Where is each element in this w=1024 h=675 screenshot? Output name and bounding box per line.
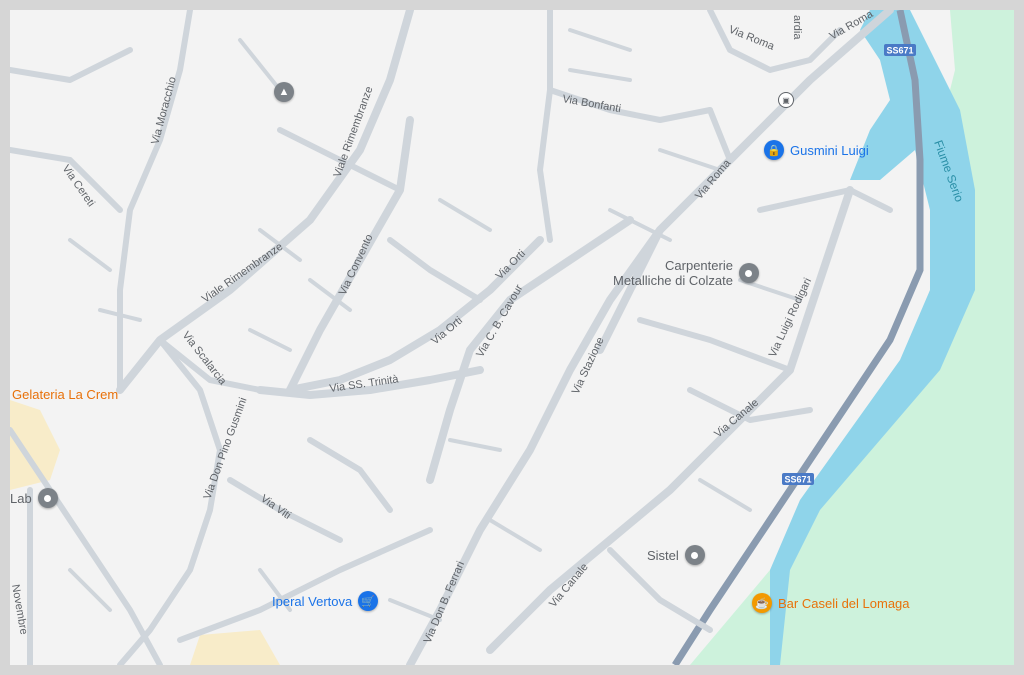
poi-bar-label: Bar Caseli del Lomaga — [778, 595, 910, 611]
map-view[interactable]: Via Roma Via Roma Via Roma Via Bonfanti … — [10, 10, 1014, 665]
road-small-9 — [387, 237, 483, 303]
road-small-7 — [10, 47, 133, 83]
label-via-orti-1: Via Orti — [494, 248, 528, 282]
pin-icon — [37, 488, 58, 508]
road-small-12 — [847, 187, 893, 213]
map-canvas[interactable]: Via Roma Via Roma Via Roma Via Bonfanti … — [10, 10, 1014, 665]
poi-iperal-label: Iperal Vertova — [272, 593, 353, 609]
label-vardia: ardia — [791, 15, 803, 40]
sand-area-2 — [190, 630, 280, 665]
poi-gusmini-luigi[interactable]: 🔒 Gusmini Luigi — [764, 140, 869, 160]
road-via-stazione — [596, 226, 664, 354]
pin-icon — [684, 545, 705, 565]
poi-carpenterie-label: Carpenterie Metalliche di Colzate — [613, 258, 733, 288]
highway-shield-mid: SS671 — [782, 473, 814, 485]
road-small-11 — [707, 10, 843, 73]
poi-sistel-label: Sistel — [647, 547, 679, 563]
road-minor-1 — [68, 238, 112, 272]
road-via-cereti — [10, 147, 123, 213]
road-small-3 — [757, 187, 853, 213]
svg-text:SS671: SS671 — [784, 475, 811, 485]
label-via-roma-1: Via Roma — [727, 24, 777, 53]
road-minor-6 — [448, 438, 502, 452]
poi-carpenterie-line2: Metalliche di Colzate — [613, 273, 733, 288]
highway-shield-top: SS671 — [884, 44, 916, 56]
bus-stop-icon[interactable]: ▣ — [778, 92, 794, 108]
road-minor-5 — [248, 328, 292, 352]
poi-lab-label: Lab — [10, 490, 32, 506]
road-minor-9 — [658, 148, 722, 172]
cup-icon: ☕ — [752, 593, 772, 613]
poi-gelateria[interactable]: Gelateria La Crem — [12, 387, 118, 402]
road-small-4 — [637, 317, 793, 373]
road-minor-2 — [238, 38, 282, 92]
label-viale-rimembranze-2: Viale Rimembranze — [200, 241, 285, 306]
road-viale-rimembranze — [116, 10, 414, 394]
lock-bag-icon: 🔒 — [764, 140, 784, 160]
road-minor-8 — [568, 68, 632, 82]
poi-carpenterie-line1: Carpenterie — [665, 258, 733, 273]
road-small-10 — [307, 437, 393, 513]
road-minor-13 — [488, 518, 542, 552]
road-via-moracchio — [117, 10, 193, 393]
pin-icon — [738, 263, 759, 283]
svg-text:SS671: SS671 — [886, 46, 913, 56]
poi-lab[interactable]: Lab — [10, 488, 58, 508]
road-minor-12 — [698, 478, 752, 512]
road-minor-18 — [438, 198, 492, 232]
label-via-bonfanti: Via Bonfanti — [561, 93, 621, 115]
label-via-viti: Via Viti — [258, 493, 293, 522]
poi-sistel[interactable]: Sistel — [647, 545, 705, 565]
cart-icon: 🛒 — [358, 591, 379, 611]
road-iperal — [177, 527, 433, 643]
road-small-1 — [537, 10, 553, 243]
poi-gelateria-label: Gelateria La Crem — [12, 387, 119, 402]
road-small-2 — [707, 107, 733, 163]
label-via-don-b-ferrari: Via Don B. Ferrari — [422, 560, 467, 646]
road-minor-7 — [568, 28, 632, 52]
label-via-novembre: Novembre — [10, 583, 30, 635]
poi-bar-caseli[interactable]: ☕ Bar Caseli del Lomaga — [752, 593, 910, 613]
road-via-rodigari — [786, 186, 854, 374]
monument-icon[interactable]: ▲ — [274, 82, 294, 102]
poi-gusmini-label: Gusmini Luigi — [790, 142, 869, 158]
poi-carpenterie[interactable]: Carpenterie Metalliche di Colzate — [613, 258, 759, 288]
label-via-convento: Via Convento — [337, 233, 376, 298]
poi-iperal-vertova[interactable]: Iperal Vertova 🛒 — [272, 591, 379, 611]
